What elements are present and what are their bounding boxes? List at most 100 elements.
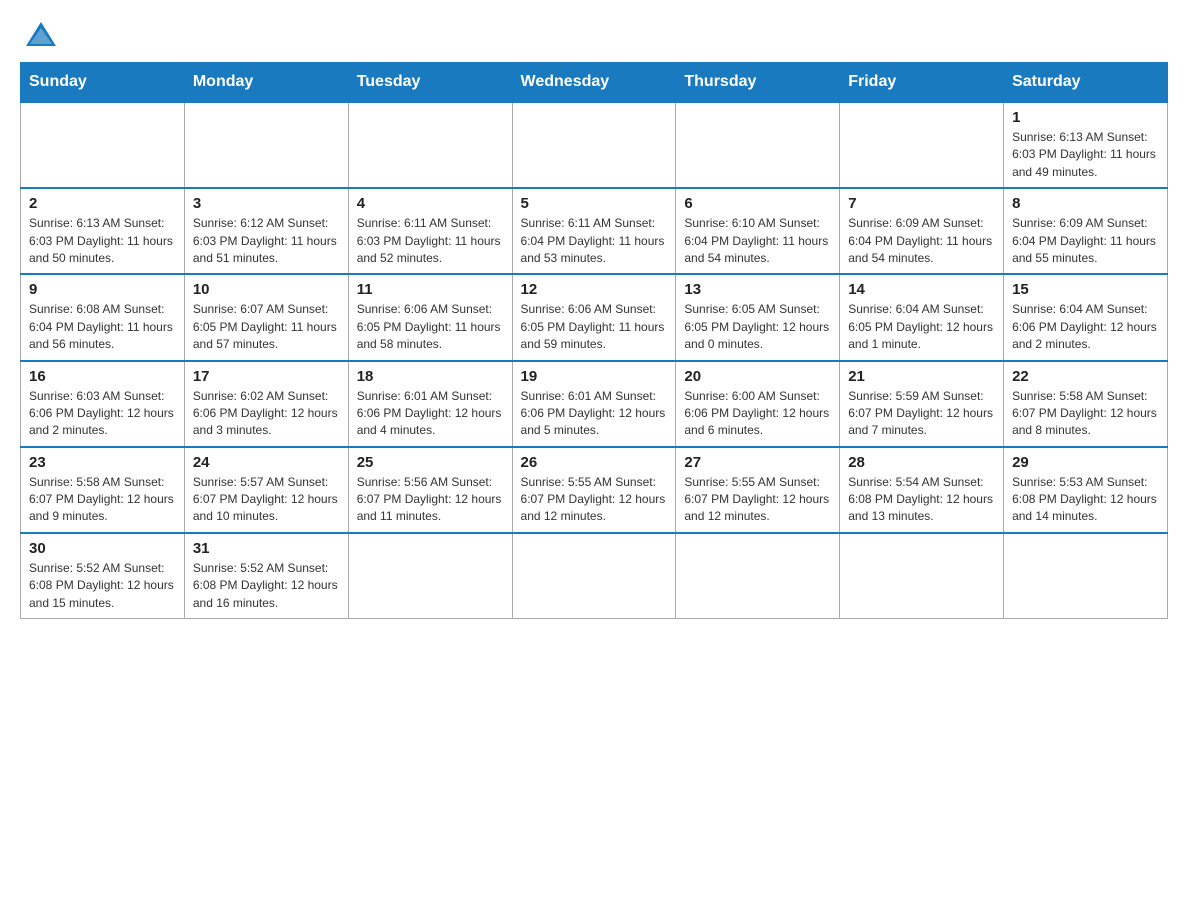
day-number: 19 [521,368,668,385]
day-info: Sunrise: 6:11 AM Sunset: 6:04 PM Dayligh… [521,215,668,267]
day-number: 10 [193,281,340,298]
calendar-cell: 17 Sunrise: 6:02 AM Sunset: 6:06 PM Dayli… [184,361,348,447]
calendar-cell: 14 Sunrise: 6:04 AM Sunset: 6:05 PM Dayli… [840,274,1004,360]
calendar-cell [348,533,512,619]
calendar-cell: 31Sunrise: 5:52 AM Sunset: 6:08 PM Dayli… [184,533,348,619]
calendar-cell [840,102,1004,188]
calendar-cell [676,102,840,188]
calendar-cell: 9 Sunrise: 6:08 AM Sunset: 6:04 PM Daylig… [21,274,185,360]
calendar-cell: 7 Sunrise: 6:09 AM Sunset: 6:04 PM Daylig… [840,188,1004,274]
calendar-cell: 29 Sunrise: 5:53 AM Sunset: 6:08 PM Dayli… [1004,447,1168,533]
day-info: Sunrise: 6:00 AM Sunset: 6:06 PM Dayligh… [684,388,831,440]
calendar-cell [21,102,185,188]
day-info: Sunrise: 5:53 AM Sunset: 6:08 PM Dayligh… [1012,474,1159,526]
calendar-week-4: 16Sunrise: 6:03 AM Sunset: 6:06 PM Dayli… [21,361,1168,447]
calendar-cell: 6 Sunrise: 6:10 AM Sunset: 6:04 PM Daylig… [676,188,840,274]
day-info: Sunrise: 5:57 AM Sunset: 6:07 PM Dayligh… [193,474,340,526]
weekday-header-saturday: Saturday [1004,63,1168,103]
day-info: Sunrise: 6:06 AM Sunset: 6:05 PM Dayligh… [521,301,668,353]
day-number: 5 [521,195,668,212]
day-number: 22 [1012,368,1159,385]
calendar-cell: 2Sunrise: 6:13 AM Sunset: 6:03 PM Daylig… [21,188,185,274]
calendar-cell: 10 Sunrise: 6:07 AM Sunset: 6:05 PM Dayli… [184,274,348,360]
calendar-cell: 23 Sunrise: 5:58 AM Sunset: 6:07 PM Dayli… [21,447,185,533]
day-number: 27 [684,454,831,471]
calendar-cell: 13 Sunrise: 6:05 AM Sunset: 6:05 PM Dayli… [676,274,840,360]
calendar-cell: 8 Sunrise: 6:09 AM Sunset: 6:04 PM Daylig… [1004,188,1168,274]
day-info: Sunrise: 6:01 AM Sunset: 6:06 PM Dayligh… [521,388,668,440]
calendar-cell: 16Sunrise: 6:03 AM Sunset: 6:06 PM Dayli… [21,361,185,447]
day-info: Sunrise: 6:09 AM Sunset: 6:04 PM Dayligh… [848,215,995,267]
day-info: Sunrise: 5:55 AM Sunset: 6:07 PM Dayligh… [684,474,831,526]
weekday-header-friday: Friday [840,63,1004,103]
day-info: Sunrise: 5:52 AM Sunset: 6:08 PM Dayligh… [193,560,340,612]
day-info: Sunrise: 5:58 AM Sunset: 6:07 PM Dayligh… [29,474,176,526]
calendar-week-3: 9 Sunrise: 6:08 AM Sunset: 6:04 PM Daylig… [21,274,1168,360]
calendar-cell: 22 Sunrise: 5:58 AM Sunset: 6:07 PM Dayli… [1004,361,1168,447]
calendar-cell: 1 Sunrise: 6:13 AM Sunset: 6:03 PM Daylig… [1004,102,1168,188]
day-info: Sunrise: 6:03 AM Sunset: 6:06 PM Dayligh… [29,388,176,440]
day-info: Sunrise: 6:11 AM Sunset: 6:03 PM Dayligh… [357,215,504,267]
calendar-cell: 21 Sunrise: 5:59 AM Sunset: 6:07 PM Dayli… [840,361,1004,447]
weekday-header-sunday: Sunday [21,63,185,103]
day-number: 13 [684,281,831,298]
day-info: Sunrise: 6:09 AM Sunset: 6:04 PM Dayligh… [1012,215,1159,267]
day-number: 26 [521,454,668,471]
weekday-header-tuesday: Tuesday [348,63,512,103]
day-info: Sunrise: 6:04 AM Sunset: 6:06 PM Dayligh… [1012,301,1159,353]
calendar-cell [676,533,840,619]
calendar-week-6: 30 Sunrise: 5:52 AM Sunset: 6:08 PM Dayli… [21,533,1168,619]
calendar-cell: 28Sunrise: 5:54 AM Sunset: 6:08 PM Dayli… [840,447,1004,533]
day-info: Sunrise: 6:02 AM Sunset: 6:06 PM Dayligh… [193,388,340,440]
day-info: Sunrise: 6:07 AM Sunset: 6:05 PM Dayligh… [193,301,340,353]
day-info: Sunrise: 5:52 AM Sunset: 6:08 PM Dayligh… [29,560,176,612]
day-number: 8 [1012,195,1159,212]
day-number: 21 [848,368,995,385]
weekday-header-thursday: Thursday [676,63,840,103]
day-number: 4 [357,195,504,212]
day-number: 7 [848,195,995,212]
day-info: Sunrise: 6:10 AM Sunset: 6:04 PM Dayligh… [684,215,831,267]
day-info: Sunrise: 6:08 AM Sunset: 6:04 PM Dayligh… [29,301,176,353]
day-number: 23 [29,454,176,471]
calendar-cell: 24Sunrise: 5:57 AM Sunset: 6:07 PM Dayli… [184,447,348,533]
calendar-week-1: 1 Sunrise: 6:13 AM Sunset: 6:03 PM Daylig… [21,102,1168,188]
day-number: 17 [193,368,340,385]
day-info: Sunrise: 6:13 AM Sunset: 6:03 PM Dayligh… [1012,129,1159,181]
day-number: 6 [684,195,831,212]
calendar-cell [1004,533,1168,619]
day-info: Sunrise: 5:59 AM Sunset: 6:07 PM Dayligh… [848,388,995,440]
logo-icon [22,18,60,56]
day-number: 9 [29,281,176,298]
calendar-cell [348,102,512,188]
calendar-cell: 25Sunrise: 5:56 AM Sunset: 6:07 PM Dayli… [348,447,512,533]
day-number: 18 [357,368,504,385]
calendar-week-2: 2Sunrise: 6:13 AM Sunset: 6:03 PM Daylig… [21,188,1168,274]
day-number: 29 [1012,454,1159,471]
day-number: 14 [848,281,995,298]
day-info: Sunrise: 5:55 AM Sunset: 6:07 PM Dayligh… [521,474,668,526]
calendar-cell: 18Sunrise: 6:01 AM Sunset: 6:06 PM Dayli… [348,361,512,447]
day-number: 12 [521,281,668,298]
calendar-cell [512,533,676,619]
day-number: 15 [1012,281,1159,298]
weekday-header-monday: Monday [184,63,348,103]
day-info: Sunrise: 5:54 AM Sunset: 6:08 PM Dayligh… [848,474,995,526]
day-number: 30 [29,540,176,557]
calendar-cell: 12 Sunrise: 6:06 AM Sunset: 6:05 PM Dayli… [512,274,676,360]
day-info: Sunrise: 6:04 AM Sunset: 6:05 PM Dayligh… [848,301,995,353]
calendar-cell: 11Sunrise: 6:06 AM Sunset: 6:05 PM Dayli… [348,274,512,360]
calendar-cell [840,533,1004,619]
calendar-cell: 26 Sunrise: 5:55 AM Sunset: 6:07 PM Dayli… [512,447,676,533]
calendar-cell: 5 Sunrise: 6:11 AM Sunset: 6:04 PM Daylig… [512,188,676,274]
day-number: 20 [684,368,831,385]
day-info: Sunrise: 5:58 AM Sunset: 6:07 PM Dayligh… [1012,388,1159,440]
day-info: Sunrise: 6:06 AM Sunset: 6:05 PM Dayligh… [357,301,504,353]
weekday-header-wednesday: Wednesday [512,63,676,103]
day-info: Sunrise: 6:12 AM Sunset: 6:03 PM Dayligh… [193,215,340,267]
calendar-cell: 30 Sunrise: 5:52 AM Sunset: 6:08 PM Dayli… [21,533,185,619]
calendar-table: SundayMondayTuesdayWednesdayThursdayFrid… [20,62,1168,619]
day-number: 1 [1012,109,1159,126]
day-number: 2 [29,195,176,212]
day-info: Sunrise: 6:05 AM Sunset: 6:05 PM Dayligh… [684,301,831,353]
